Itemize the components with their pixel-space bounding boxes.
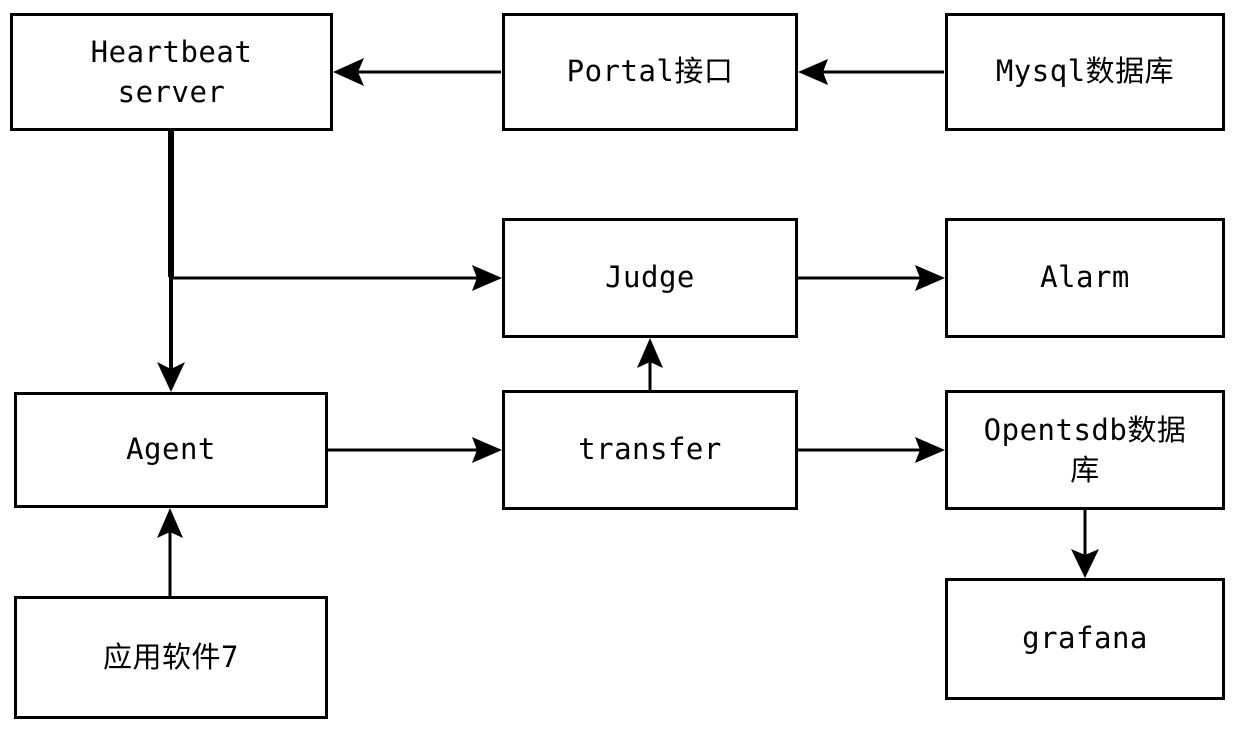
node-opentsdb-database-label: Opentsdb数据 库 (983, 412, 1187, 487)
edge-heartbeat-to-agent (157, 131, 185, 392)
node-portal-interface[interactable]: Portal接口 (502, 13, 798, 131)
node-agent-label: Agent (126, 432, 216, 467)
edge-agent-to-transfer (328, 437, 502, 463)
node-grafana[interactable]: grafana (945, 578, 1225, 700)
node-application-software-7[interactable]: 应用软件7 (14, 596, 328, 719)
edge-appsoftware-to-agent (157, 508, 183, 596)
node-judge[interactable]: Judge (502, 218, 798, 338)
node-opentsdb-database[interactable]: Opentsdb数据 库 (945, 390, 1225, 510)
edge-mysql-to-portal (798, 59, 944, 85)
node-portal-interface-label: Portal接口 (566, 54, 734, 89)
architecture-diagram: Heartbeat server Portal接口 Mysql数据库 Judge… (0, 0, 1240, 731)
node-heartbeat-server[interactable]: Heartbeat server (10, 13, 333, 131)
edge-judge-to-alarm (798, 265, 945, 291)
edge-portal-to-heartbeat (333, 58, 501, 86)
node-grafana-label: grafana (1022, 621, 1148, 656)
node-heartbeat-server-label: Heartbeat server (90, 34, 253, 109)
node-agent[interactable]: Agent (14, 392, 328, 508)
node-mysql-database[interactable]: Mysql数据库 (945, 13, 1225, 131)
node-mysql-database-label: Mysql数据库 (995, 54, 1175, 89)
edge-heartbeat-to-judge (171, 265, 502, 291)
node-alarm[interactable]: Alarm (945, 218, 1225, 338)
node-alarm-label: Alarm (1040, 260, 1130, 295)
node-application-software-7-label: 应用软件7 (103, 639, 239, 674)
edge-transfer-to-opentsdb (798, 437, 945, 463)
edge-transfer-to-judge (637, 338, 663, 390)
node-transfer[interactable]: transfer (502, 390, 798, 510)
edge-opentsdb-to-grafana (1071, 510, 1099, 578)
node-judge-label: Judge (605, 260, 695, 295)
node-transfer-label: transfer (578, 432, 722, 467)
